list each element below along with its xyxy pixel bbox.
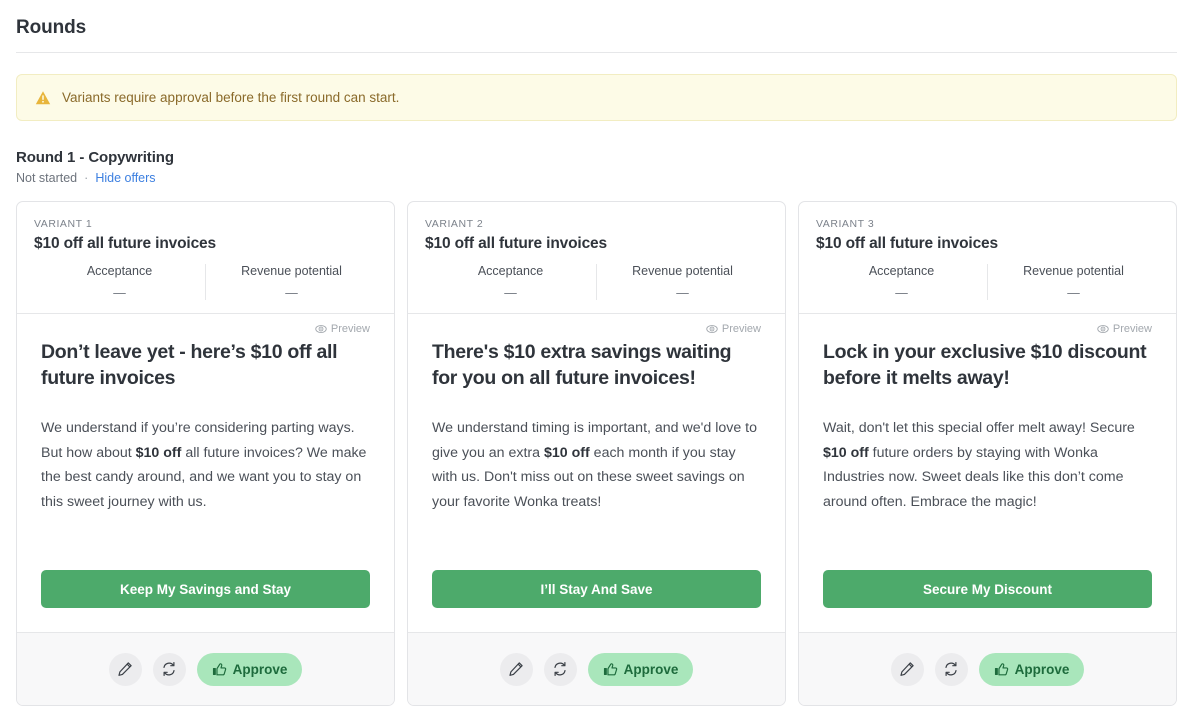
preview-body: Wait, don't let this special offer melt …	[823, 416, 1152, 515]
metric-acceptance: Acceptance —	[816, 264, 987, 300]
regenerate-button[interactable]	[934, 652, 968, 686]
eye-icon	[706, 325, 718, 333]
edit-button[interactable]	[499, 652, 533, 686]
variant-label: VARIANT 2	[425, 218, 484, 230]
variant-preview: Preview There's $10 extra savings waitin…	[408, 314, 785, 632]
regenerate-button[interactable]	[152, 652, 186, 686]
metric-value: —	[676, 286, 689, 300]
variant-card: VARIANT 3 $10 off all future invoices Ac…	[798, 201, 1177, 706]
variant-label: VARIANT 1	[34, 218, 93, 230]
refresh-icon	[163, 662, 175, 676]
approval-warning-banner: Variants require approval before the fir…	[16, 74, 1177, 121]
variant-card: VARIANT 1 $10 off all future invoices Ac…	[16, 201, 395, 706]
thumbs-up-icon	[212, 662, 226, 675]
thumbs-up-icon	[603, 662, 617, 675]
body-bold: $10 off	[135, 444, 182, 461]
metric-label: Revenue potential	[241, 264, 342, 278]
rounds-page: Rounds Variants require approval before …	[0, 0, 1193, 706]
offer-title: $10 off all future invoices	[425, 235, 608, 252]
preview-headline: Lock in your exclusive $10 discount befo…	[823, 341, 1147, 389]
preview-body: We understand if you’re considering part…	[41, 416, 370, 515]
metric-value: —	[1067, 286, 1080, 300]
metric-value: —	[895, 286, 908, 300]
metric-label: Revenue potential	[632, 264, 733, 278]
hide-offers-link[interactable]: Hide offers	[95, 171, 155, 185]
preview-tag: Preview	[41, 323, 370, 335]
regenerate-button[interactable]	[543, 652, 577, 686]
metric-value: —	[285, 286, 298, 300]
variant-card: VARIANT 2 $10 off all future invoices Ac…	[407, 201, 786, 706]
eye-icon	[1097, 325, 1109, 333]
approve-label: Approve	[232, 661, 288, 677]
preview-label: Preview	[721, 323, 761, 335]
eye-icon	[315, 325, 327, 333]
variant-actions: Approve	[17, 632, 394, 705]
variant-header: VARIANT 1 $10 off all future invoices Ac…	[17, 202, 394, 313]
body-part-1: Wait, don't let this special offer melt …	[823, 419, 1135, 436]
edit-button[interactable]	[108, 652, 142, 686]
warning-triangle-icon	[35, 90, 51, 104]
refresh-icon	[945, 662, 957, 676]
metric-value: —	[504, 286, 517, 300]
metric-revenue-potential: Revenue potential —	[596, 264, 768, 300]
offer-title: $10 off all future invoices	[816, 235, 999, 252]
approve-button[interactable]: Approve	[196, 652, 303, 686]
body-bold: $10 off	[544, 444, 590, 461]
cta-button[interactable]: I’ll Stay And Save	[432, 570, 761, 608]
metric-label: Acceptance	[477, 264, 544, 278]
variant-grid: VARIANT 1 $10 off all future invoices Ac…	[16, 201, 1177, 706]
preview-headline: There's $10 extra savings waiting for yo…	[432, 341, 732, 389]
approve-button[interactable]: Approve	[978, 652, 1085, 686]
cta-button[interactable]: Secure My Discount	[823, 570, 1152, 608]
metric-acceptance: Acceptance —	[425, 264, 596, 300]
round-title: Round 1 - Copywriting	[16, 149, 174, 166]
metrics-row: Acceptance — Revenue potential —	[34, 264, 377, 313]
preview-label: Preview	[330, 323, 370, 335]
metric-acceptance: Acceptance —	[34, 264, 205, 300]
metrics-row: Acceptance — Revenue potential —	[425, 264, 768, 313]
approve-label: Approve	[623, 661, 679, 677]
round-meta: Not started · Hide offers	[16, 171, 1177, 185]
metric-revenue-potential: Revenue potential —	[987, 264, 1159, 300]
variant-actions: Approve	[408, 632, 785, 705]
approve-button[interactable]: Approve	[587, 652, 694, 686]
preview-tag: Preview	[432, 323, 761, 335]
metrics-row: Acceptance — Revenue potential —	[816, 264, 1159, 313]
variant-header: VARIANT 2 $10 off all future invoices Ac…	[408, 202, 785, 313]
metric-value: —	[113, 286, 126, 300]
body-part-2: future orders by staying with Wonka Indu…	[823, 444, 1124, 510]
variant-label: VARIANT 3	[816, 218, 875, 230]
preview-label: Preview	[1112, 323, 1152, 335]
banner-text: Variants require approval before the fir…	[62, 90, 400, 105]
pencil-icon	[509, 662, 523, 676]
variant-preview: Preview Don’t leave yet - here’s $10 off…	[17, 314, 394, 632]
page-title: Rounds	[16, 17, 87, 38]
round-status: Not started	[16, 171, 78, 185]
thumbs-up-icon	[994, 662, 1008, 675]
preview-body: We understand timing is important, and w…	[432, 416, 761, 515]
pencil-icon	[118, 662, 132, 676]
refresh-icon	[554, 662, 566, 676]
variant-preview: Preview Lock in your exclusive $10 disco…	[799, 314, 1176, 632]
body-bold: $10 off	[823, 444, 869, 461]
offer-title: $10 off all future invoices	[34, 235, 217, 252]
metric-revenue-potential: Revenue potential —	[205, 264, 377, 300]
cta-button[interactable]: Keep My Savings and Stay	[41, 570, 370, 608]
metric-label: Revenue potential	[1023, 264, 1124, 278]
preview-headline: Don’t leave yet - here’s $10 off all fut…	[41, 341, 338, 389]
approve-label: Approve	[1014, 661, 1070, 677]
metric-label: Acceptance	[86, 264, 153, 278]
preview-tag: Preview	[823, 323, 1152, 335]
pencil-icon	[900, 662, 914, 676]
meta-separator: ·	[84, 171, 89, 185]
variant-header: VARIANT 3 $10 off all future invoices Ac…	[799, 202, 1176, 313]
variant-actions: Approve	[799, 632, 1176, 705]
edit-button[interactable]	[890, 652, 924, 686]
title-divider	[16, 52, 1177, 53]
metric-label: Acceptance	[868, 264, 935, 278]
